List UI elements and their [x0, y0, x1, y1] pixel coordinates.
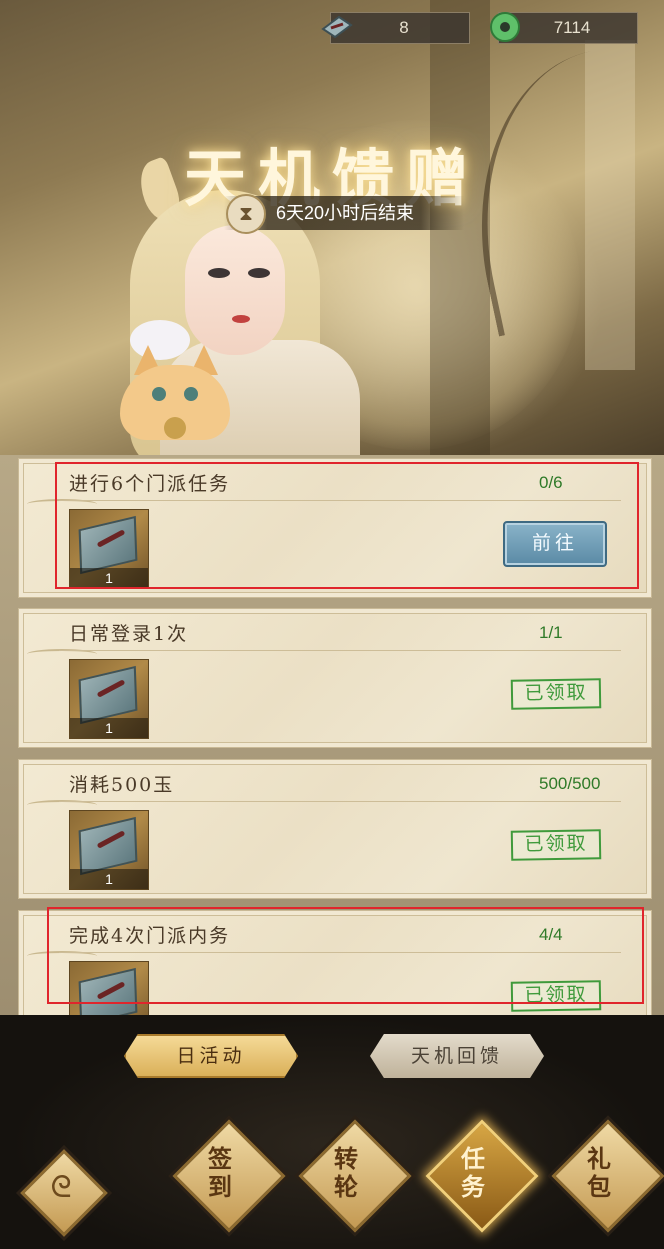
quest-list[interactable]: 进行6个门派任务 0/6 1 前往 日常登录1次 1/1 1 已领取 消耗500… [0, 455, 664, 1015]
reward-item-slot[interactable]: 1 [69, 810, 149, 890]
tab-tianji-feedback-label: 天机回馈 [410, 1045, 503, 1067]
cat-illustration [120, 345, 230, 440]
quest-progress: 500/500 [539, 774, 601, 793]
reward-item-slot[interactable]: 1 [69, 961, 149, 1015]
reward-quantity: 1 [70, 568, 148, 588]
tab-daily-activity[interactable]: 日活动 [124, 1034, 298, 1078]
claimed-stamp: 已领取 [510, 980, 602, 1012]
currency-jade: 7114 [490, 12, 638, 44]
quest-progress: 0/6 [539, 473, 563, 492]
quest-card: 完成4次门派内务 4/4 1 已领取 [18, 910, 652, 1015]
nav-wheel-label[interactable]: 转轮 [326, 1145, 366, 1201]
quest-name: 进行6个门派任务 [69, 473, 231, 495]
jade-coin-icon [490, 12, 520, 42]
quest-progress: 4/4 [539, 925, 563, 944]
bottom-panel [0, 1015, 664, 1249]
quest-card: 日常登录1次 1/1 1 已领取 [18, 608, 652, 748]
book-icon [78, 515, 138, 575]
book-icon [78, 816, 138, 876]
reward-item-slot[interactable]: 1 [69, 509, 149, 589]
book-icon [78, 665, 138, 725]
event-banner [0, 0, 664, 460]
claimed-stamp: 已领取 [510, 678, 602, 710]
quest-name: 日常登录1次 [69, 623, 189, 645]
cloud-swirl-icon: ᘓ [50, 1170, 72, 1205]
tab-tianji-feedback[interactable]: 天机回馈 [370, 1034, 544, 1078]
quest-card: 消耗500玉 500/500 1 已领取 [18, 759, 652, 899]
nav-gift-label[interactable]: 礼包 [579, 1145, 619, 1201]
hourglass-icon: ⧗ [226, 194, 266, 234]
currency-tokens: 8 [321, 12, 470, 44]
nav-tasks-label[interactable]: 任务 [453, 1145, 493, 1201]
reward-quantity: 1 [70, 869, 148, 889]
nav-checkin-label[interactable]: 签到 [200, 1145, 240, 1201]
quest-name: 消耗500玉 [69, 774, 175, 796]
tab-daily-activity-label: 日活动 [176, 1045, 246, 1067]
quest-progress: 1/1 [539, 623, 563, 642]
reward-item-slot[interactable]: 1 [69, 659, 149, 739]
reward-quantity: 1 [70, 718, 148, 738]
claimed-stamp: 已领取 [510, 829, 602, 861]
quest-card: 进行6个门派任务 0/6 1 前往 [18, 458, 652, 598]
go-button[interactable]: 前往 [503, 521, 607, 567]
quest-name: 完成4次门派内务 [69, 925, 231, 947]
timer-text: 6天20小时后结束 [276, 203, 415, 223]
book-icon [321, 15, 353, 39]
event-timer: ⧗ 6天20小时后结束 [224, 194, 464, 234]
